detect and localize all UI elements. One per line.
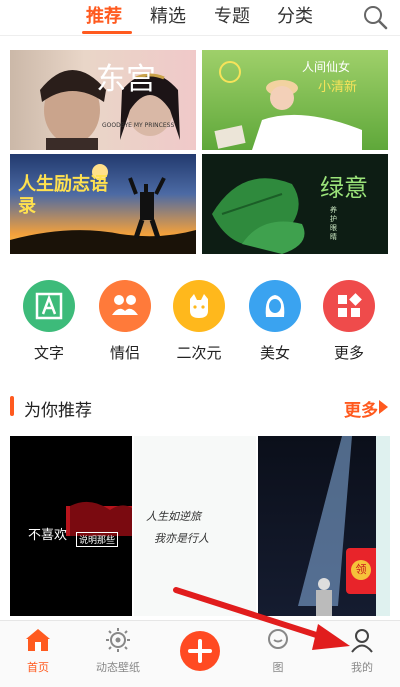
category-couple-label: 情侣 [109,344,140,362]
more-link[interactable]: 更多 [344,396,378,421]
banner-green-title: 绿意 [320,174,368,202]
banner-drama[interactable]: 东宫 GOODBYE MY PRINCESS [10,50,196,150]
category-couple[interactable]: 情侣 [90,280,160,363]
banner-drama-title: 东宫 [96,62,156,97]
nav-image-label: 图 [272,661,284,674]
coupon-tag[interactable]: 领 [346,548,376,594]
section-title: 为你推荐 [24,401,92,421]
woman-icon [249,280,301,332]
nav-home-label: 首页 [27,661,49,674]
category-more-label: 更多 [333,344,364,362]
nav-mine-label: 我的 [351,661,373,674]
search-icon[interactable] [362,4,388,30]
user-icon [351,629,373,653]
category-text-label: 文字 [33,344,64,362]
tab-featured[interactable]: 精选 [150,2,186,28]
banner-fairy[interactable]: 人间仙女 小清新 [202,50,388,150]
nav-image[interactable]: 图 [258,627,298,675]
couple-icon [99,280,151,332]
cat-icon [173,280,225,332]
coupon-tag-label: 领 [351,560,371,580]
thumb-2-line1: 人生如逆旅 [146,510,201,523]
add-button[interactable] [180,631,220,671]
tab-recommend[interactable]: 推荐 [86,2,122,28]
banner-motivation[interactable]: 人生励志语录 [10,154,196,254]
category-anime[interactable]: 二次元 [164,280,234,363]
grid-icon [323,280,375,332]
category-text[interactable]: 文字 [14,280,84,363]
nav-mine[interactable]: 我的 [342,627,382,675]
nav-home[interactable]: 首页 [20,627,56,675]
nav-live-wallpaper-label: 动态壁纸 [96,661,140,674]
banner-drama-subtitle: GOODBYE MY PRINCESS [102,122,175,129]
bottom-nav-bar: 首页 动态壁纸 图 我的 [0,620,400,687]
category-anime-label: 二次元 [176,344,222,362]
banner-green[interactable]: 绿意 养护眼睛 [202,154,388,254]
thumb-2-line2: 我亦是行人 [154,532,209,545]
thumb-1-small: 说明那些 [76,532,119,547]
add-icon [188,639,212,663]
tab-categories[interactable]: 分类 [277,2,313,28]
image-icon [268,629,288,649]
wallpaper-thumb-2[interactable]: 人生如逆旅 我亦是行人 [134,436,256,616]
active-tab-indicator [82,31,132,34]
home-icon [26,629,50,651]
banner-fairy-art [214,61,362,150]
more-arrow-icon[interactable] [379,400,388,414]
nav-live-wallpaper[interactable]: 动态壁纸 [90,627,146,675]
thumb-1-text: 不喜欢 [28,528,68,543]
section-accent-bar [10,396,14,416]
wallpaper-thumb-1[interactable]: 不喜欢 说明那些 [10,436,132,616]
banner-green-side: 养护眼睛 [330,206,337,241]
wallpaper-thumb-4-partial[interactable] [376,436,390,616]
category-women-label: 美女 [259,344,290,362]
text-icon [23,280,75,332]
banner-motivation-title: 人生励志语录 [18,174,108,217]
category-women[interactable]: 美女 [240,280,310,363]
banner-fairy-subtitle: 小清新 [318,80,358,95]
live-wallpaper-icon [106,628,130,652]
banner-fairy-title: 人间仙女 [302,60,351,74]
category-more[interactable]: 更多 [314,280,384,363]
top-tab-bar: 推荐 精选 专题 分类 [0,0,400,36]
tab-topics[interactable]: 专题 [214,2,250,28]
